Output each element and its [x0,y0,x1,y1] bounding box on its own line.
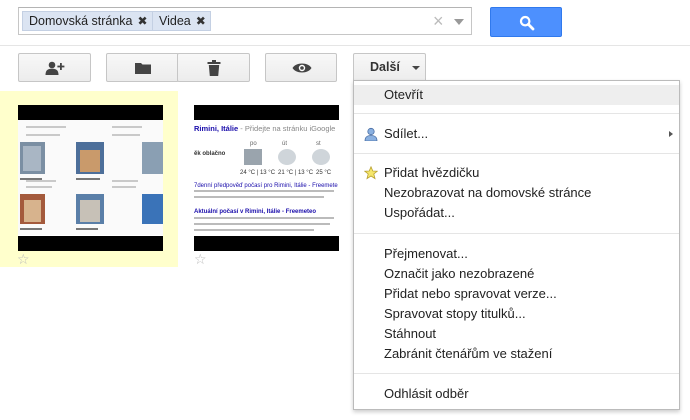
thumb-subtitle: - Přidejte na stránku iGoogle [240,124,336,133]
add-person-icon [45,61,65,75]
filter-chip-videos[interactable]: Videa ✖ [152,11,211,31]
weather-day: st [316,141,321,147]
weather-icon [244,149,262,165]
more-label: Další [370,60,400,74]
file-tile-selected[interactable]: ☆ [0,91,178,267]
star-icon [364,166,378,180]
move-to-folder-button[interactable] [106,53,179,82]
menu-item-label: Zabránit čtenářům ve stažení [384,346,553,361]
thumb-heading: Rimini, Itálie [194,124,239,133]
toolbar-divider [0,45,690,46]
menu-item-label: Označit jako nezobrazené [384,266,535,281]
thumbnail-image [18,120,163,235]
menu-separator [354,113,679,114]
menu-item-rename[interactable]: Přejmenovat... [354,244,679,264]
menu-item-unsubscribe[interactable]: Odhlásit odběr [354,384,679,404]
share-button[interactable] [18,53,91,82]
chip-remove-icon[interactable]: ✖ [196,12,206,30]
weather-day: út [282,141,288,147]
thumb-temp: 24 °C | 13 °C [240,170,276,176]
menu-item-label: Nezobrazovat na domovské stránce [384,185,592,200]
thumb-temp: 21 °C | 13 °C [278,170,314,176]
preview-button[interactable] [265,53,337,82]
thumb-result-link: 7denní předpověď počasí pro Rimini, Itál… [194,183,338,189]
trash-icon [207,60,221,76]
clear-search-icon[interactable]: × [433,11,444,31]
thumb-result-link: Aktuální počasí v Rimini, Itálie - Freem… [194,209,317,215]
menu-item-download[interactable]: Stáhnout [354,324,679,344]
menu-item-label: Spravovat stopy titulků... [384,306,526,321]
chevron-down-icon [412,66,420,70]
search-input[interactable]: Domovská stránka ✖ Videa ✖ × [18,7,472,35]
menu-item-label: Přejmenovat... [384,246,468,261]
submenu-arrow-icon [669,131,673,137]
menu-item-prevent-download[interactable]: Zabránit čtenářům ve stažení [354,344,679,364]
menu-separator [354,233,679,234]
menu-item-hide-from-home[interactable]: Nezobrazovat na domovské stránce [354,183,679,203]
menu-item-mark-unviewed[interactable]: Označit jako nezobrazené [354,264,679,284]
menu-item-label: Odhlásit odběr [384,386,469,401]
file-tile[interactable]: Rimini, Itálie - Přidejte na stránku iGo… [178,91,356,267]
menu-item-label: Uspořádat... [384,205,455,220]
eye-icon [292,63,312,73]
weather-icon [312,149,330,165]
more-actions-button[interactable]: Další [353,53,426,82]
menu-item-label: Otevřít [384,87,424,102]
thumb-temp: 25 °C [316,170,332,176]
video-thumbnail[interactable]: Rimini, Itálie - Přidejte na stránku iGo… [194,105,339,251]
star-toggle-icon[interactable]: ☆ [194,251,207,268]
menu-item-manage-versions[interactable]: Přidat nebo spravovat verze... [354,284,679,304]
menu-item-open[interactable]: Otevřít [354,85,679,105]
chip-remove-icon[interactable]: ✖ [138,12,148,30]
menu-item-share[interactable]: Sdílet... [354,124,679,144]
filter-chip-home[interactable]: Domovská stránka ✖ [22,11,153,31]
menu-separator [354,153,679,154]
menu-separator [354,373,679,374]
menu-item-label: Přidat nebo spravovat verze... [384,286,557,301]
video-thumbnail[interactable] [18,105,163,251]
delete-button[interactable] [177,53,250,82]
folder-icon [135,63,151,74]
menu-item-label: Přidat hvězdičku [384,165,480,180]
menu-item-manage-captions[interactable]: Spravovat stopy titulků... [354,304,679,324]
thumb-cloudy: ěk oblačno [194,151,226,157]
search-icon [519,15,535,31]
weather-icon [278,149,296,165]
menu-item-add-star[interactable]: Přidat hvězdičku [354,163,679,183]
chip-label: Videa [159,14,191,28]
star-toggle-icon[interactable]: ☆ [17,251,30,268]
share-person-icon [364,127,378,141]
menu-item-label: Stáhnout [384,326,437,341]
search-button[interactable] [490,7,562,37]
more-actions-menu: Otevřít Sdílet... Přidat hvězdičku Nezob… [353,80,680,410]
menu-item-label: Sdílet... [384,126,429,141]
chip-label: Domovská stránka [29,14,133,28]
weather-day: po [250,141,257,147]
search-options-dropdown-icon[interactable] [454,19,464,25]
menu-item-organize[interactable]: Uspořádat... [354,203,679,223]
